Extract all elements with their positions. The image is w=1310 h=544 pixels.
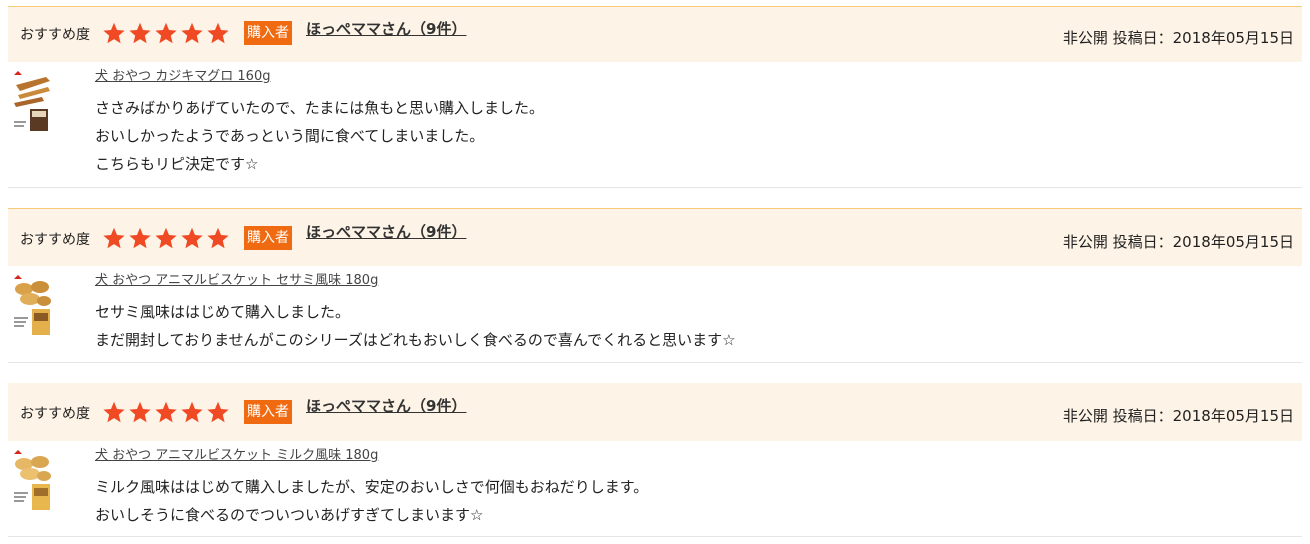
star-icon — [102, 21, 126, 45]
review-header: おすすめ度 購入者 ほっぺママさん（9件） 非公開 投稿日：2018年05月15… — [8, 6, 1302, 62]
buyer-badge: 購入者 — [244, 226, 292, 250]
divider — [8, 362, 1302, 363]
star-icon — [102, 400, 126, 424]
star-icon — [128, 226, 152, 250]
star-icon — [206, 21, 230, 45]
star-icon — [128, 21, 152, 45]
review-comment: ミルク風味ははじめて購入しましたが、安定のおいしさで何個もおねだりします。 おい… — [95, 473, 648, 529]
review-comment: セサミ風味ははじめて購入しました。 まだ開封しておりませんがこのシリーズはどれも… — [95, 298, 736, 354]
review-list: おすすめ度 購入者 ほっぺママさん（9件） 非公開 投稿日：2018年05月15… — [0, 0, 1310, 544]
reviewer-link[interactable]: ほっぺママさん（9件） — [306, 395, 466, 416]
recommendation-label: おすすめ度 — [20, 406, 90, 422]
star-rating — [102, 226, 232, 252]
recommendation-label: おすすめ度 — [20, 232, 90, 248]
product-link[interactable]: 犬 おやつ アニマルビスケット セサミ風味 180g — [95, 269, 378, 288]
review-item: おすすめ度 購入者 ほっぺママさん（9件） 非公開 投稿日：2018年05月15… — [8, 6, 1302, 188]
animal-biscuit-milk-product-icon[interactable] — [12, 448, 52, 514]
star-icon — [154, 226, 178, 250]
star-icon — [154, 21, 178, 45]
kajiki-maguro-product-icon[interactable] — [12, 69, 52, 135]
review-header: おすすめ度 購入者 ほっぺママさん（9件） 非公開 投稿日：2018年05月15… — [8, 208, 1302, 266]
star-icon — [102, 226, 126, 250]
comment-line: セサミ風味ははじめて購入しました。 — [95, 303, 351, 321]
review-comment: ささみばかりあげていたので、たまには魚もと思い購入しました。 おいしかったようで… — [95, 94, 544, 178]
recommendation-label: おすすめ度 — [20, 27, 90, 43]
reviewer-link[interactable]: ほっぺママさん（9件） — [306, 221, 466, 242]
star-rating — [102, 21, 232, 47]
buyer-badge: 購入者 — [244, 21, 292, 45]
review-header: おすすめ度 購入者 ほっぺママさん（9件） 非公開 投稿日：2018年05月15… — [8, 383, 1302, 441]
animal-biscuit-sesame-product-icon[interactable] — [12, 273, 52, 339]
divider — [8, 187, 1302, 188]
comment-line: ささみばかりあげていたので、たまには魚もと思い購入しました。 — [95, 99, 544, 117]
product-link[interactable]: 犬 おやつ カジキマグロ 160g — [95, 65, 270, 84]
post-date: 非公開 投稿日：2018年05月15日 — [1062, 233, 1294, 251]
review-item: おすすめ度 購入者 ほっぺママさん（9件） 非公開 投稿日：2018年05月15… — [8, 208, 1302, 363]
post-date: 非公開 投稿日：2018年05月15日 — [1062, 29, 1294, 47]
post-date: 非公開 投稿日：2018年05月15日 — [1062, 407, 1294, 425]
star-icon — [154, 400, 178, 424]
star-icon — [128, 400, 152, 424]
review-item: おすすめ度 購入者 ほっぺママさん（9件） 非公開 投稿日：2018年05月15… — [8, 383, 1302, 537]
comment-line: おいしかったようであっという間に食べてしまいました。 — [95, 127, 485, 145]
buyer-badge: 購入者 — [244, 400, 292, 424]
comment-line: おいしそうに食べるのでついついあげすぎてしまいます☆ — [95, 506, 484, 524]
star-icon — [206, 226, 230, 250]
star-icon — [180, 400, 204, 424]
star-icon — [206, 400, 230, 424]
product-link[interactable]: 犬 おやつ アニマルビスケット ミルク風味 180g — [95, 444, 378, 463]
reviewer-link[interactable]: ほっぺママさん（9件） — [306, 18, 466, 39]
divider — [8, 536, 1302, 537]
star-icon — [180, 226, 204, 250]
star-icon — [180, 21, 204, 45]
comment-line: まだ開封しておりませんがこのシリーズはどれもおいしく食べるので喜んでくれると思い… — [95, 331, 736, 349]
star-rating — [102, 400, 232, 426]
comment-line: こちらもリピ決定です☆ — [95, 155, 259, 173]
comment-line: ミルク風味ははじめて購入しましたが、安定のおいしさで何個もおねだりします。 — [95, 478, 649, 496]
